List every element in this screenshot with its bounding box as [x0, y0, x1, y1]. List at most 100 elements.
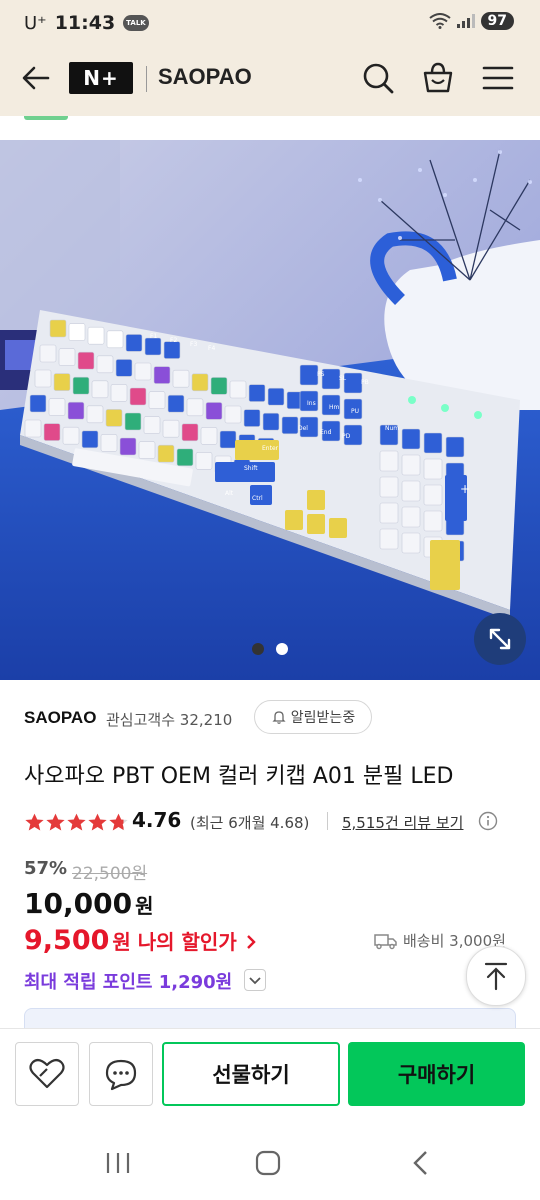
followers-info: 관심고객수 32,210 [106, 709, 232, 730]
keycap-label: Hm [329, 404, 340, 411]
arrow-keycap [285, 510, 303, 530]
home-icon[interactable] [254, 1149, 282, 1177]
keycap-label: End [320, 429, 332, 436]
clock: 11:43 [54, 12, 116, 34]
battery-indicator: 97 [480, 12, 514, 30]
star-icon [88, 813, 107, 830]
keycap [262, 412, 280, 431]
keycap [172, 369, 190, 388]
numpad-keycap [401, 506, 421, 528]
keycap [129, 387, 147, 406]
product-photo-keyboard: F1 F2 F3 F4 PS SL PB Ins Hm PU Del End P… [0, 140, 540, 680]
keycap-label: Ins [307, 400, 316, 407]
gift-button[interactable]: 선물하기 [162, 1042, 340, 1106]
keycap [224, 405, 242, 424]
keycap [96, 355, 114, 374]
keycap [34, 369, 52, 388]
header-divider [146, 66, 147, 92]
keycap-label: Del [298, 425, 308, 432]
back-arrow-icon[interactable] [18, 60, 54, 96]
naver-plus-logo[interactable]: N+ [69, 62, 133, 94]
keycap [143, 416, 161, 434]
max-points: 최대 적립 포인트 1,290원 [24, 972, 233, 993]
keycap [77, 351, 95, 370]
keycap [176, 448, 194, 467]
hamburger-menu-icon[interactable] [480, 60, 516, 96]
sub-header-strip [0, 116, 540, 140]
expand-image-button[interactable] [474, 613, 526, 665]
keycap [29, 394, 47, 413]
star-icon [25, 813, 44, 830]
keycap-label: PD [342, 433, 351, 440]
keycap [106, 330, 124, 349]
keycap-label: Shift [244, 465, 258, 472]
product-image-gallery[interactable]: F1 F2 F3 F4 PS SL PB Ins Hm PU Del End P… [0, 140, 540, 680]
keycap-label: F2 [170, 337, 177, 344]
expand-arrows-icon [489, 628, 511, 650]
keycap-label: PS [317, 371, 325, 378]
sale-price-value: 10,000 [24, 887, 133, 920]
keycap [229, 380, 247, 399]
keycap [49, 319, 67, 338]
numpad-keycap [379, 450, 399, 472]
store-name[interactable]: SAOPAO [24, 708, 96, 728]
keycap [243, 409, 261, 427]
info-icon[interactable] [478, 811, 498, 831]
keycap [219, 430, 237, 449]
star-icon [109, 813, 128, 830]
keycap [119, 437, 137, 456]
keycap-label: PU [351, 408, 359, 415]
keycap [105, 409, 123, 427]
review-link[interactable]: 5,515건 리뷰 보기 [342, 812, 463, 833]
numpad-keycap [401, 480, 421, 502]
followers-label: 관심고객수 [106, 711, 176, 729]
my-discount-label: 원 나의 할인가 [112, 930, 237, 954]
gallery-page-dot-active[interactable] [252, 643, 264, 655]
scroll-to-top-button[interactable] [466, 946, 526, 1006]
chevron-right-icon [247, 935, 257, 949]
store-brand-title[interactable]: SAOPAO [158, 64, 252, 90]
keycap [181, 423, 199, 442]
status-bar: U⁺ 11:43 TALK 97 [0, 0, 540, 44]
bell-icon [272, 711, 286, 724]
nav-keycap [343, 372, 363, 394]
my-discount-value: 9,500 [24, 925, 110, 956]
recent-apps-icon[interactable] [104, 1150, 132, 1176]
arrow-keycap [307, 490, 325, 510]
keycap [157, 444, 175, 463]
numpad-keycap [379, 528, 399, 550]
numpad-keycap [423, 484, 443, 506]
my-discount-price[interactable]: 9,500 원 나의 할인가 [24, 925, 258, 956]
numpad-keycap [401, 428, 421, 450]
back-nav-icon[interactable] [408, 1149, 434, 1177]
numpad-keycap [423, 458, 443, 480]
keycap [144, 337, 162, 356]
keycap [186, 398, 204, 417]
wishlist-button[interactable] [15, 1042, 79, 1106]
nav-keycap [299, 364, 319, 386]
buy-button[interactable]: 구매하기 [348, 1042, 525, 1106]
keycap [191, 373, 209, 392]
keycap [134, 362, 152, 381]
keycap-label: + [460, 482, 470, 496]
points-expand-button[interactable] [244, 969, 266, 991]
keycap-label: Enter [262, 445, 279, 452]
keycap [163, 341, 181, 359]
numpad-keycap [401, 532, 421, 554]
keycap [86, 405, 104, 424]
keycap-label: F1 [150, 333, 157, 340]
gallery-page-dot[interactable] [276, 643, 288, 655]
shopping-bag-icon[interactable] [420, 60, 456, 96]
keycap [100, 434, 118, 452]
notification-subscribe-button[interactable]: 알림받는중 [254, 700, 372, 734]
keycap-label: PB [361, 379, 369, 386]
keycap-label: F4 [208, 345, 215, 352]
nav-keycap [321, 368, 341, 390]
keycap [48, 398, 66, 416]
rating-value: 4.76 [132, 808, 182, 832]
talk-inquiry-button[interactable] [89, 1042, 153, 1106]
heart-icon [29, 1058, 65, 1089]
star-icon [46, 813, 65, 830]
search-icon[interactable] [360, 60, 396, 96]
keycap [87, 326, 105, 345]
